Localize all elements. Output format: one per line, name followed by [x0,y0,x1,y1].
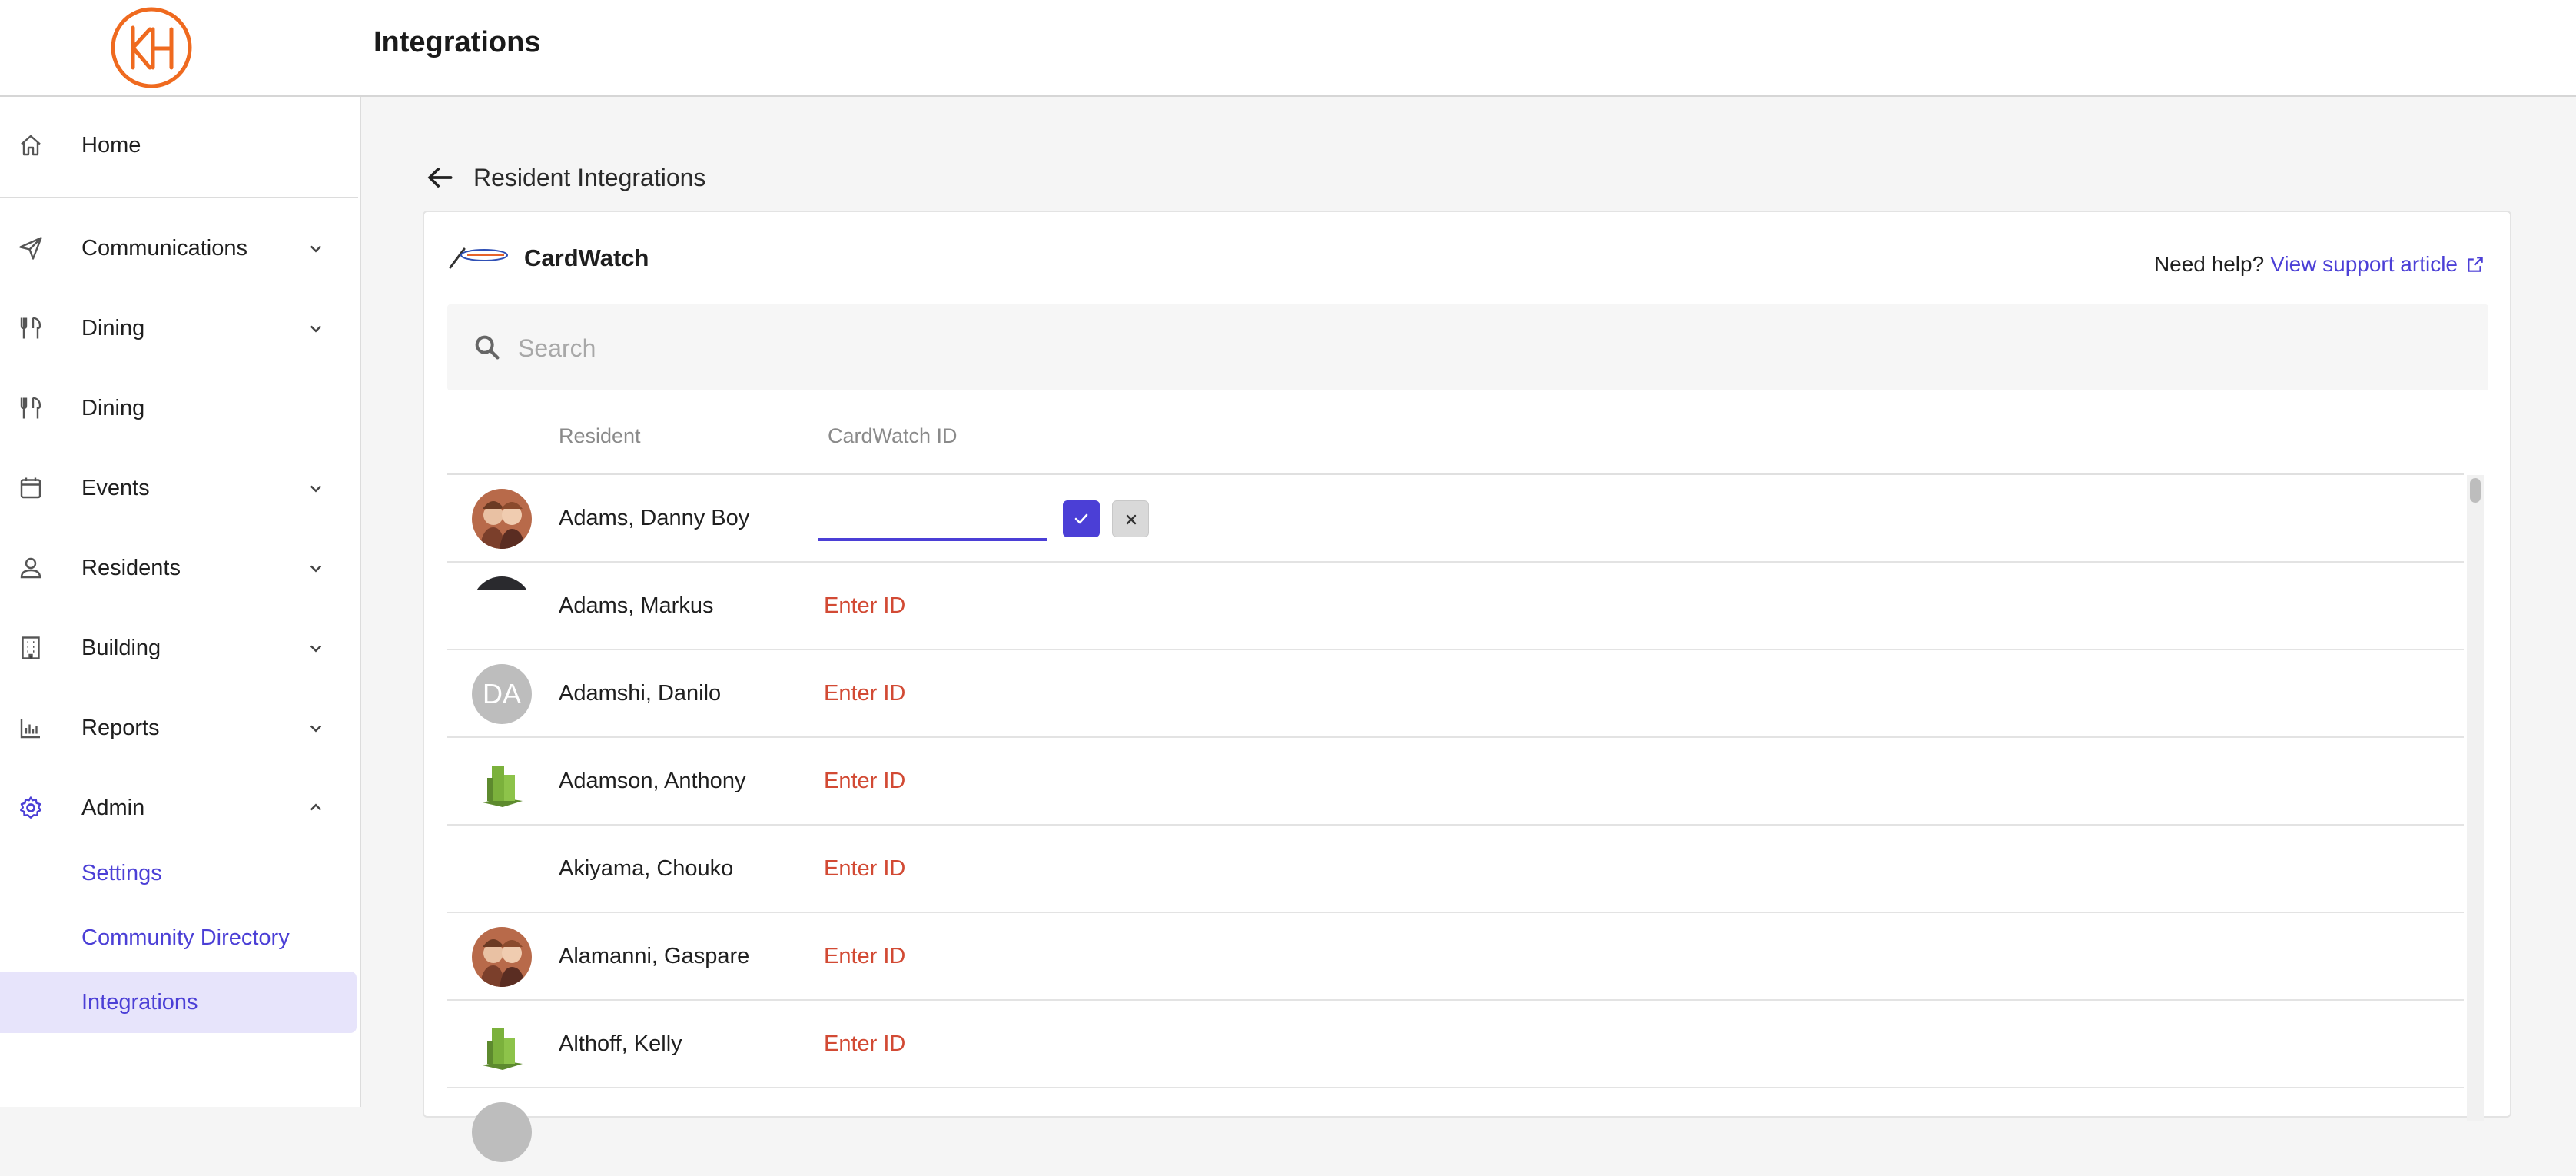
close-icon [1126,514,1137,525]
chevron-down-icon[interactable] [304,477,327,500]
cardwatch-id-input[interactable] [818,498,1047,541]
resident-name: Adams, Markus [559,593,714,618]
search-input[interactable] [516,320,2441,377]
cancel-button[interactable] [1112,500,1149,537]
sidebar: Home Communications Dining Dining Events [0,97,361,1107]
calendar-icon [17,474,45,502]
table-row: Adams, Markus Enter ID [447,563,2464,650]
support-article-link[interactable]: View support article [2270,252,2458,277]
help-text: Need help? View support article [2154,252,2485,277]
confirm-button[interactable] [1063,500,1100,537]
sidebar-subitem-label: Community Directory [81,925,290,950]
check-icon [1074,513,1088,524]
sidebar-subitem-integrations[interactable]: Integrations [0,972,357,1033]
sidebar-subitem-label: Integrations [81,989,198,1015]
sidebar-item-label: Events [81,475,150,500]
enter-id-link[interactable]: Enter ID [824,769,905,794]
resident-name: Adamshi, Danilo [559,681,722,706]
table-row [447,1088,2464,1176]
sidebar-item-events[interactable]: Events [0,455,358,521]
integration-name: CardWatch [524,244,649,271]
search-icon [472,332,503,363]
sidebar-item-admin[interactable]: Admin [0,775,358,841]
person-icon [17,554,45,582]
chevron-down-icon[interactable] [304,237,327,260]
chevron-down-icon[interactable] [304,556,327,580]
sidebar-subitem-community-directory[interactable]: Community Directory [0,907,357,968]
search-box [447,304,2488,390]
sidebar-subitem-settings[interactable]: Settings [0,842,357,904]
table-row: Akiyama, Chouko Enter ID [447,826,2464,913]
avatar [472,839,532,899]
avatar [472,1102,532,1162]
resident-name: Akiyama, Chouko [559,856,734,881]
resident-name: Adamson, Anthony [559,769,746,793]
enter-id-link[interactable]: Enter ID [824,944,905,969]
table-row: Adams, Danny Boy [447,475,2464,563]
bar-chart-icon [17,714,45,742]
table-scrollbar[interactable] [2467,475,2484,1121]
back-row: Resident Integrations [423,156,705,199]
sidebar-subitem-label: Settings [81,860,162,885]
table-row: DA Adamshi, Danilo Enter ID [447,650,2464,738]
sidebar-item-label: Dining [81,315,145,341]
enter-id-link[interactable]: Enter ID [824,856,905,882]
sidebar-item-label: Communications [81,235,247,261]
dining-icon [17,394,45,422]
help-prefix: Need help? [2153,252,2265,276]
chevron-up-icon[interactable] [304,796,327,819]
section-title: Resident Integrations [473,163,706,191]
building-icon [17,634,45,662]
sidebar-item-label: Reports [81,715,160,740]
page-title: Integrations [373,26,541,58]
send-icon [17,234,45,262]
gear-icon [17,794,45,822]
sidebar-item-label: Home [81,132,141,158]
table-row: Althoff, Kelly Enter ID [447,1001,2464,1088]
avatar [472,927,532,987]
dining-icon [17,314,45,342]
avatar [472,576,532,636]
home-icon [17,131,45,159]
avatar [472,489,532,549]
sidebar-item-dining[interactable]: Dining [0,295,358,361]
enter-id-link[interactable]: Enter ID [824,681,905,706]
integration-card: CardWatch Need help? View support articl… [423,211,2511,1162]
column-header-resident: Resident [559,424,641,447]
top-bar: Integrations [0,0,2576,97]
avatar: DA [472,664,532,724]
company-logo[interactable] [110,6,193,89]
chevron-down-icon[interactable] [304,317,327,340]
chevron-down-icon[interactable] [304,636,327,659]
column-header-cardwatch-id: CardWatch ID [828,424,958,447]
scrollbar-thumb[interactable] [2470,478,2481,503]
enter-id-link[interactable]: Enter ID [824,1031,905,1057]
sidebar-item-home[interactable]: Home [0,112,358,178]
sidebar-item-residents[interactable]: Residents [0,535,358,601]
avatar [472,752,532,812]
sidebar-item-dining-2[interactable]: Dining [0,375,358,441]
sidebar-item-label: Admin [81,795,145,820]
resident-name: Adams, Danny Boy [559,506,750,530]
table-row: Alamanni, Gaspare Enter ID [447,913,2464,1001]
avatar [472,1015,532,1075]
sidebar-item-reports[interactable]: Reports [0,695,358,761]
cardwatch-logo [447,244,510,271]
table-row: Adamson, Anthony Enter ID [447,738,2464,826]
sidebar-item-label: Dining [81,395,145,420]
resident-name: Alamanni, Gaspare [559,944,750,968]
resident-name: Althoff, Kelly [559,1031,682,1056]
sidebar-item-communications[interactable]: Communications [0,215,358,281]
sidebar-item-label: Building [81,635,161,660]
chevron-down-icon[interactable] [304,716,327,739]
back-arrow-icon[interactable] [423,161,456,194]
enter-id-link[interactable]: Enter ID [824,593,905,619]
sidebar-item-building[interactable]: Building [0,615,358,681]
external-link-icon[interactable] [2465,254,2485,274]
sidebar-divider [0,197,358,198]
sidebar-item-label: Residents [81,555,181,580]
